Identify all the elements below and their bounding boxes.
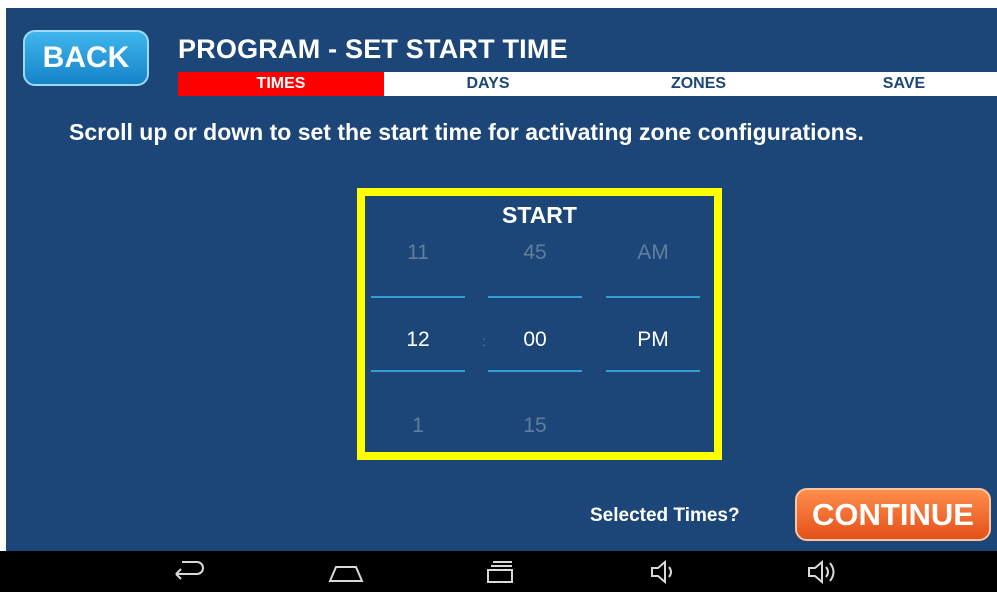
step-zones: ZONES bbox=[670, 75, 727, 92]
ampm-divider-top bbox=[606, 296, 700, 298]
hour-divider-top bbox=[371, 296, 465, 298]
minute-wheel[interactable]: 45 00 15 bbox=[488, 196, 582, 452]
minute-divider-bottom bbox=[488, 370, 582, 372]
step-days: DAYS bbox=[466, 75, 510, 92]
volume-down-icon[interactable] bbox=[649, 559, 681, 585]
step-save: SAVE bbox=[882, 75, 926, 92]
ampm-prev[interactable]: AM bbox=[606, 241, 700, 265]
step-times: TIMES bbox=[178, 72, 384, 96]
time-separator: : bbox=[482, 333, 486, 349]
hour-next[interactable]: 1 bbox=[371, 414, 465, 438]
system-nav-bar bbox=[0, 551, 997, 592]
step-progress-bar: TIMES DAYS ZONES SAVE bbox=[178, 72, 997, 96]
recent-apps-icon[interactable] bbox=[483, 559, 517, 585]
continue-button[interactable]: CONTINUE bbox=[795, 488, 991, 541]
minute-divider-top bbox=[488, 296, 582, 298]
hour-divider-bottom bbox=[371, 370, 465, 372]
page-title: PROGRAM - SET START TIME bbox=[178, 34, 568, 64]
start-time-picker: START 11 12 1 : 45 00 15 AM PM bbox=[357, 188, 722, 460]
minute-prev[interactable]: 45 bbox=[488, 241, 582, 265]
ampm-divider-bottom bbox=[606, 370, 700, 372]
hour-wheel[interactable]: 11 12 1 bbox=[371, 196, 465, 452]
hour-prev[interactable]: 11 bbox=[371, 241, 465, 265]
back-button[interactable]: BACK bbox=[23, 30, 149, 86]
ampm-selected[interactable]: PM bbox=[606, 328, 700, 352]
app-screen: BACK PROGRAM - SET START TIME TIMES DAYS… bbox=[6, 8, 997, 551]
minute-selected[interactable]: 00 bbox=[488, 328, 582, 352]
ampm-wheel[interactable]: AM PM bbox=[606, 196, 700, 452]
back-icon[interactable] bbox=[170, 559, 206, 585]
hour-selected[interactable]: 12 bbox=[371, 328, 465, 352]
volume-up-icon[interactable] bbox=[806, 559, 842, 585]
minute-next[interactable]: 15 bbox=[488, 414, 582, 438]
selected-times-label: Selected Times? bbox=[590, 505, 740, 526]
home-icon[interactable] bbox=[326, 559, 366, 585]
instructions-text: Scroll up or down to set the start time … bbox=[69, 119, 864, 145]
